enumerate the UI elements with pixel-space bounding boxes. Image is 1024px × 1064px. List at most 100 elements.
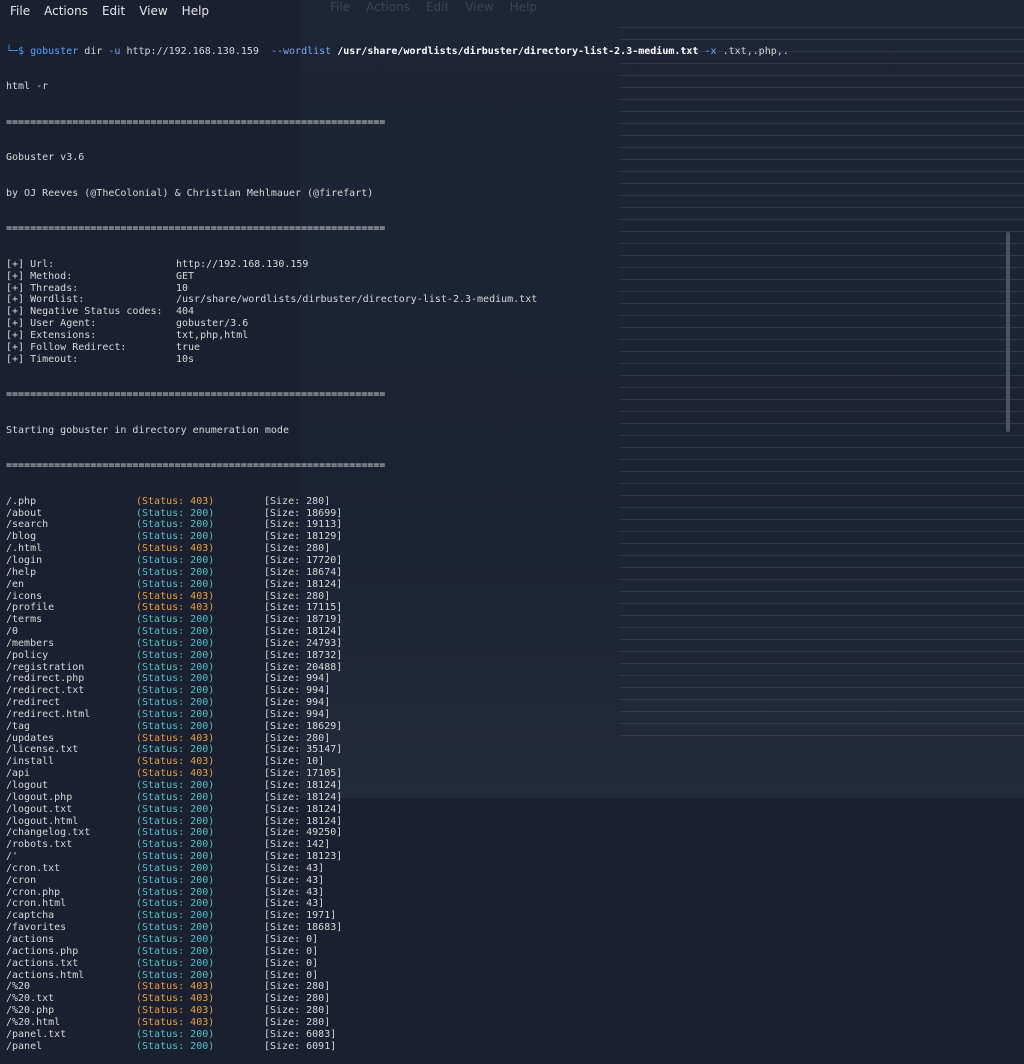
menu-item-edit[interactable]: Edit [102,4,125,18]
result-size: [Size: 0] [264,933,319,945]
result-row: /profile (Status: 403) [Size: 17115] [6,602,1006,614]
result-size: [Size: 49250] [264,827,343,839]
result-row: /robots.txt (Status: 200) [Size: 142] [6,839,1006,851]
result-row: /redirect.php (Status: 200) [Size: 994] [6,673,1006,685]
result-status: (Status: 200) [136,815,215,827]
result-row: /cron.html (Status: 200) [Size: 43] [6,898,1006,910]
result-path: /%20 [6,981,31,993]
command-wordlist: /usr/share/wordlists/dirbuster/directory… [337,45,699,57]
result-row: /cron.txt (Status: 200) [Size: 43] [6,863,1006,875]
result-status: (Status: 200) [136,886,215,898]
result-path: /cron.php [6,886,61,898]
config-row: [+] Threads: 10 [6,283,1006,295]
terminal-scrollbar[interactable] [1006,232,1010,432]
result-size: [Size: 0] [264,957,319,969]
result-path: /0 [6,626,19,638]
result-status: (Status: 200) [136,803,215,815]
result-size: [Size: 18629] [264,720,343,732]
menu-item-view[interactable]: View [139,4,167,18]
result-path: /redirect.php [6,673,85,685]
result-size: [Size: 18124] [264,626,343,638]
result-size: [Size: 18129] [264,531,343,543]
results-list: /.php (Status: 403) [Size: 280] /about (Stat… [6,496,1006,1053]
result-status: (Status: 200) [136,851,215,863]
menu-item-help[interactable]: Help [182,4,209,18]
separator: ========================================… [6,223,386,235]
result-status: (Status: 200) [136,507,215,519]
result-status: (Status: 403) [136,495,215,507]
result-status: (Status: 200) [136,839,215,851]
result-status: (Status: 200) [136,614,215,626]
config-key: [+] Threads: [6,282,79,294]
result-path: /blog [6,531,37,543]
result-row: /updates (Status: 403) [Size: 280] [6,733,1006,745]
result-size: [Size: 280] [264,590,331,602]
result-path: /.php [6,495,37,507]
result-status: (Status: 403) [136,602,215,614]
result-row: /redirect.txt (Status: 200) [Size: 994] [6,685,1006,697]
result-size: [Size: 280] [264,495,331,507]
menu-item-file[interactable]: File [10,4,30,18]
config-key: [+] Wordlist: [6,294,85,306]
result-path: /icons [6,590,43,602]
result-size: [Size: 6091] [264,1040,337,1052]
result-path: /updates [6,732,55,744]
result-row: /panel (Status: 200) [Size: 6091] [6,1041,1006,1053]
config-key: [+] Url: [6,258,55,270]
config-row: [+] Method: GET [6,271,1006,283]
result-size: [Size: 0] [264,945,319,957]
result-status: (Status: 200) [136,554,215,566]
result-status: (Status: 403) [136,981,215,993]
result-row: /changelog.txt (Status: 200) [Size: 49250] [6,827,1006,839]
result-status: (Status: 403) [136,1005,215,1017]
ext-flag: -x [704,45,717,57]
menu-item-actions[interactable]: Actions [44,4,88,18]
result-size: [Size: 18124] [264,780,343,791]
result-size: [Size: 18124] [264,803,343,815]
result-row: /actions.php (Status: 200) [Size: 0] [6,946,1006,958]
result-status: (Status: 200) [136,661,215,673]
result-row: /api (Status: 403) [Size: 17105] [6,768,1006,780]
config-key: [+] Method: [6,270,73,282]
result-status: (Status: 200) [136,626,215,638]
result-size: [Size: 994] [264,708,331,720]
result-path: /help [6,566,37,578]
result-row: /logout.html (Status: 200) [Size: 18124] [6,816,1006,828]
result-row: /search (Status: 200) [Size: 19113] [6,519,1006,531]
result-status: (Status: 200) [136,862,215,874]
result-status: (Status: 200) [136,922,215,934]
result-path: /redirect [6,697,61,709]
result-size: [Size: 994] [264,673,331,685]
terminal-output[interactable]: └─$ gobuster dir -u http://192.168.130.1… [6,22,1006,1064]
result-status: (Status: 200) [136,649,215,661]
result-size: [Size: 18123] [264,851,343,863]
config-value: 10 [176,282,189,294]
result-status: (Status: 200) [136,827,215,839]
result-status: (Status: 200) [136,685,215,697]
result-size: [Size: 35147] [264,744,343,756]
result-path: /members [6,637,55,649]
result-status: (Status: 200) [136,874,215,886]
config-value: /usr/share/wordlists/dirbuster/directory… [176,294,538,306]
config-key: [+] User Agent: [6,318,97,330]
result-path: /license.txt [6,744,79,756]
result-status: (Status: 200) [136,519,215,531]
result-row: /help (Status: 200) [Size: 18674] [6,567,1006,579]
result-path: /%20.html [6,1016,61,1028]
result-row: /actions.html (Status: 200) [Size: 0] [6,970,1006,982]
result-status: (Status: 403) [136,756,215,768]
result-row: /cron.php (Status: 200) [Size: 43] [6,887,1006,899]
command-url: http://192.168.130.159 [126,45,259,57]
config-value: 404 [176,306,195,318]
result-row: /.php (Status: 403) [Size: 280] [6,496,1006,508]
starting-message: Starting gobuster in directory enumerati… [6,424,289,436]
result-status: (Status: 200) [136,969,215,981]
config-key: [+] Timeout: [6,353,79,365]
command-sub: dir [84,45,103,57]
result-row: /%20.php (Status: 403) [Size: 280] [6,1005,1006,1017]
result-row: /' (Status: 200) [Size: 18123] [6,851,1006,863]
result-row: /license.txt (Status: 200) [Size: 35147] [6,744,1006,756]
result-status: (Status: 200) [136,945,215,957]
result-size: [Size: 17115] [264,602,343,614]
result-path: /logout.txt [6,803,73,815]
